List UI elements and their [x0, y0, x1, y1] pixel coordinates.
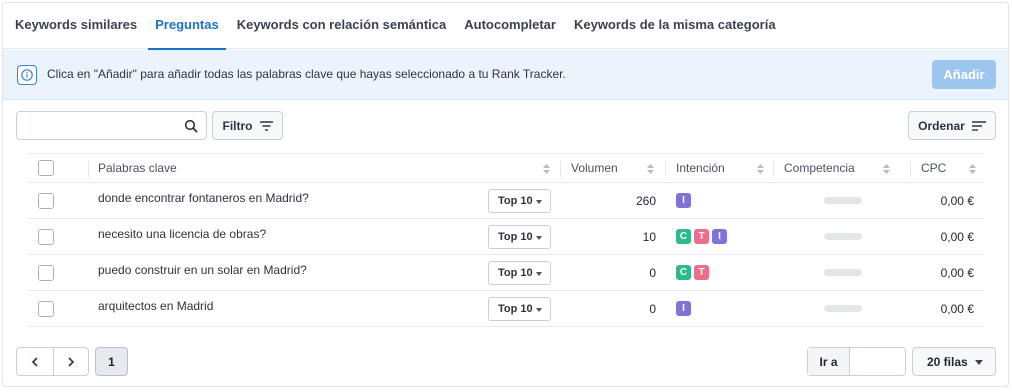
intent-badge-informational: I — [712, 229, 727, 244]
goto-page-input[interactable] — [850, 348, 904, 375]
pager-arrows — [16, 347, 89, 376]
column-header-intent[interactable]: Intención — [676, 154, 725, 182]
top-position-value: Top 10 — [498, 195, 533, 207]
table-header: Palabras clave Volumen Intención Compete… — [28, 153, 984, 183]
top-position-select[interactable]: Top 10 — [488, 225, 551, 249]
volume-value: 10 — [642, 229, 656, 244]
intent-badges: I — [676, 193, 691, 208]
next-page-button[interactable] — [52, 348, 89, 375]
row-checkbox[interactable] — [38, 228, 54, 245]
info-banner: Clica en "Añadir" para añadir todas las … — [3, 50, 1008, 100]
info-icon — [17, 65, 37, 85]
intent-badge-commercial: C — [676, 265, 691, 280]
intent-badge-informational: I — [676, 193, 691, 208]
intent-badge-commercial: C — [676, 229, 691, 244]
intent-badges: C T I — [676, 229, 727, 244]
volume-value: 0 — [649, 265, 656, 280]
competition-bar — [824, 197, 862, 204]
top-position-value: Top 10 — [498, 267, 533, 279]
top-position-select[interactable]: Top 10 — [488, 297, 551, 321]
row-checkbox[interactable] — [38, 192, 54, 209]
keyword-text: arquitectos en Madrid — [98, 299, 214, 313]
sort-arrows-icon[interactable] — [883, 164, 890, 174]
tab-autocompletar[interactable]: Autocompletar — [455, 3, 565, 49]
caret-down-icon — [536, 308, 542, 312]
add-button[interactable]: Añadir — [932, 60, 996, 89]
competition-bar — [824, 269, 862, 276]
keyword-research-panel: Keywords similares Preguntas Keywords co… — [2, 2, 1009, 387]
filter-label: Filtro — [222, 118, 253, 133]
cpc-value: 0,00 € — [940, 193, 974, 208]
sort-label: Ordenar — [918, 118, 965, 133]
chevron-left-icon — [31, 356, 38, 367]
table-row: puedo construir en un solar en Madrid? T… — [28, 255, 984, 291]
table-row: arquitectos en Madrid Top 10 0 I 0,00 € — [28, 291, 984, 327]
competition-bar — [824, 305, 862, 312]
caret-down-icon — [536, 272, 542, 276]
table-row: donde encontrar fontaneros en Madrid? To… — [28, 183, 984, 219]
search-icon[interactable] — [184, 119, 198, 133]
top-position-value: Top 10 — [498, 231, 533, 243]
sort-icon — [971, 120, 986, 131]
caret-down-icon — [536, 236, 542, 240]
volume-value: 260 — [635, 193, 656, 208]
select-all-checkbox[interactable] — [38, 160, 54, 176]
cpc-value: 0,00 € — [940, 301, 974, 316]
volume-value: 0 — [649, 301, 656, 316]
keyword-text: donde encontrar fontaneros en Madrid? — [98, 191, 309, 205]
sort-button[interactable]: Ordenar — [908, 111, 996, 140]
filter-icon — [259, 120, 273, 131]
caret-down-icon — [975, 360, 983, 365]
tab-relacion-semantica[interactable]: Keywords con relación semántica — [228, 3, 456, 49]
competition-bar — [824, 233, 862, 240]
sort-arrows-icon[interactable] — [757, 164, 764, 174]
sort-arrows-icon[interactable] — [647, 164, 654, 174]
prev-page-button[interactable] — [17, 348, 53, 375]
row-checkbox[interactable] — [38, 264, 54, 281]
column-header-competition[interactable]: Competencia — [784, 154, 855, 182]
rows-per-page-select[interactable]: 20 filas — [912, 347, 996, 376]
table-row: necesito una licencia de obras? Top 10 1… — [28, 219, 984, 255]
column-header-volume[interactable]: Volumen — [571, 154, 618, 182]
caret-down-icon — [536, 200, 542, 204]
goto-label: Ir a — [808, 348, 850, 375]
keywords-table: Palabras clave Volumen Intención Compete… — [28, 153, 984, 327]
column-header-cpc[interactable]: CPC — [921, 154, 946, 182]
rows-per-page-value: 20 filas — [927, 354, 968, 369]
keyword-text: necesito una licencia de obras? — [98, 227, 267, 241]
intent-badge-transactional: T — [694, 229, 709, 244]
cpc-value: 0,00 € — [940, 229, 974, 244]
top-position-value: Top 10 — [498, 303, 533, 315]
sort-arrows-icon[interactable] — [969, 164, 976, 174]
top-position-select[interactable]: Top 10 — [488, 189, 551, 213]
tab-keywords-similares[interactable]: Keywords similares — [3, 3, 146, 49]
keyword-text: puedo construir en un solar en Madrid? — [98, 263, 307, 277]
row-checkbox[interactable] — [38, 300, 54, 317]
top-position-select[interactable]: Top 10 — [488, 261, 551, 285]
tab-bar: Keywords similares Preguntas Keywords co… — [3, 3, 1008, 50]
tab-misma-categoria[interactable]: Keywords de la misma categoría — [565, 3, 785, 49]
filter-button[interactable]: Filtro — [212, 111, 283, 140]
intent-badges: I — [676, 301, 691, 316]
search-field[interactable] — [16, 111, 207, 140]
goto-page: Ir a — [807, 347, 906, 376]
intent-badges: C T — [676, 265, 709, 280]
banner-message: Clica en "Añadir" para añadir todas las … — [47, 67, 566, 81]
intent-badge-informational: I — [676, 301, 691, 316]
sort-arrows-icon[interactable] — [543, 164, 550, 174]
intent-badge-transactional: T — [694, 265, 709, 280]
search-input[interactable] — [17, 112, 177, 139]
tab-preguntas[interactable]: Preguntas — [146, 3, 228, 50]
cpc-value: 0,00 € — [940, 265, 974, 280]
chevron-right-icon — [68, 356, 74, 367]
page-1-button[interactable]: 1 — [95, 347, 128, 376]
column-header-keywords[interactable]: Palabras clave — [98, 154, 177, 182]
